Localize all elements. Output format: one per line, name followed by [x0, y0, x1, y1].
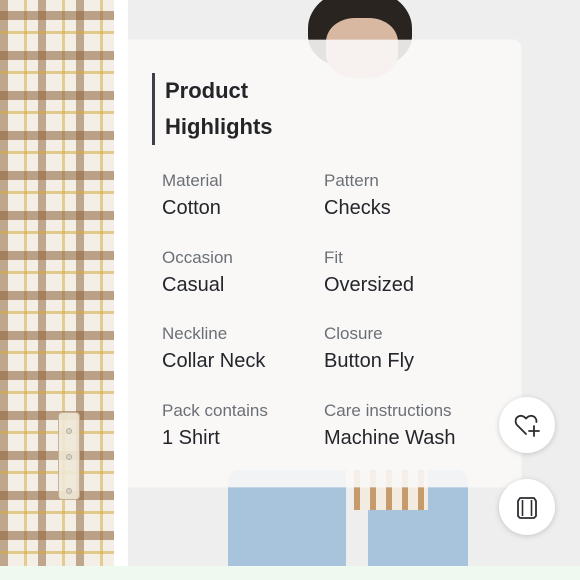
attribute-value: 1 Shirt	[162, 427, 220, 449]
attribute-value: Oversized	[324, 274, 415, 296]
attribute-value: Cotton	[162, 197, 221, 219]
attribute-pack-contains: Pack contains 1 Shirt	[162, 400, 322, 452]
image-edge	[114, 0, 122, 580]
attribute-label: Pack contains	[162, 401, 268, 420]
product-highlights-card: Product Highlights Material Cotton Patte…	[128, 40, 521, 487]
attribute-fit: Fit Oversized	[324, 247, 484, 299]
heart-plus-icon	[514, 414, 540, 437]
wardrobe-icon	[517, 497, 537, 519]
attribute-label: Closure	[324, 324, 383, 343]
attribute-value: Button Fly	[324, 350, 415, 372]
attribute-label: Pattern	[324, 171, 379, 190]
attribute-pattern: Pattern Checks	[324, 170, 484, 222]
wardrobe-button[interactable]	[499, 479, 555, 535]
highlights-title: Product Highlights	[152, 73, 342, 145]
cuff-button	[66, 488, 72, 494]
attribute-value: Collar Neck	[162, 350, 266, 372]
attribute-label: Fit	[324, 248, 343, 267]
highlights-title-line2: Highlights	[165, 114, 273, 139]
attribute-label: Care instructions	[324, 401, 452, 420]
attribute-neckline: Neckline Collar Neck	[162, 323, 322, 375]
attribute-label: Neckline	[162, 324, 228, 343]
attribute-material: Material Cotton	[162, 170, 322, 222]
attribute-value: Checks	[324, 197, 391, 219]
attribute-label: Occasion	[162, 248, 233, 267]
cuff-button	[66, 454, 72, 460]
add-to-wishlist-button[interactable]	[499, 397, 555, 453]
bottom-bar-strip	[0, 566, 580, 580]
cuff-button	[66, 428, 72, 434]
highlights-title-line1: Product	[165, 78, 249, 103]
attribute-care-instructions: Care instructions Machine Wash	[324, 400, 504, 452]
attribute-value: Machine Wash	[324, 427, 456, 449]
attribute-value: Casual	[162, 274, 225, 296]
attribute-label: Material	[162, 171, 223, 190]
attribute-occasion: Occasion Casual	[162, 247, 322, 299]
attribute-closure: Closure Button Fly	[324, 323, 484, 375]
product-image-shirt[interactable]	[0, 0, 122, 580]
